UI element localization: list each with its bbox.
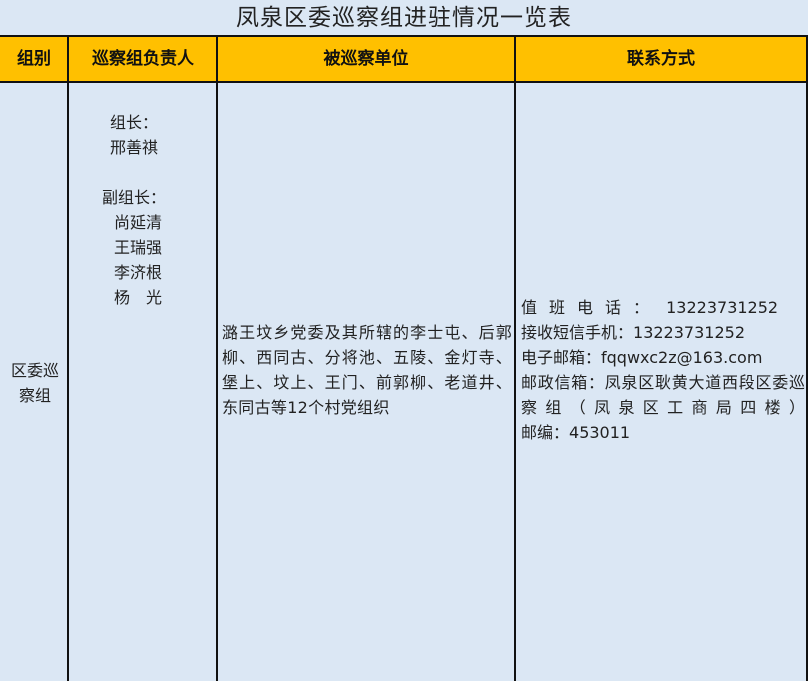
duty-phone-row: 值班电话： 13223731252 — [521, 295, 805, 320]
table-header: 组别 巡察组负责人 被巡察单位 联系方式 — [0, 35, 808, 83]
mail-row: 邮政信箱：凤泉区耿黄大道西段区委巡察组（凤泉区工商局四楼） — [521, 370, 805, 420]
group-name-cell: 区委巡察组 — [10, 361, 59, 405]
email-label: 电子邮箱： — [521, 348, 602, 367]
leader-name: 邢善祺 — [110, 138, 159, 157]
deputy-name: 李济根 — [114, 263, 163, 282]
duty-phone-value: 13223731252 — [666, 298, 779, 317]
zip-row: 邮编：453011 — [521, 420, 805, 445]
email-row: 电子邮箱：fqqwxc2z@163.com — [521, 345, 805, 370]
deputy-name: 王瑞强 — [114, 238, 163, 257]
column-divider — [216, 35, 218, 681]
mail-label: 邮政信箱： — [521, 373, 605, 392]
sms-label: 接收短信手机： — [521, 323, 634, 342]
column-divider — [67, 35, 69, 681]
contact-cell: 值班电话： 13223731252 接收短信手机：13223731252 电子邮… — [521, 295, 805, 445]
zip-value: 453011 — [569, 423, 631, 442]
header-group: 组别 — [17, 49, 51, 69]
deputy-name: 尚延清 — [114, 213, 163, 232]
sms-row: 接收短信手机：13223731252 — [521, 320, 805, 345]
table-row: 区委巡察组 组长： 邢善祺 副组长： 尚延清 王瑞强 李济根 杨 光 潞王坟乡党… — [0, 83, 808, 681]
leader-cell: 组长： 邢善祺 副组长： 尚延清 王瑞强 李济根 杨 光 — [80, 110, 200, 310]
zip-label: 邮编： — [521, 423, 570, 442]
sms-value: 13223731252 — [633, 323, 745, 342]
header-contact: 联系方式 — [627, 49, 695, 69]
overview-table: 组别 巡察组负责人 被巡察单位 联系方式 区委巡察组 组长： 邢善祺 副组长： … — [0, 35, 808, 681]
header-leader: 巡察组负责人 — [92, 49, 194, 69]
unit-cell: 潞王坟乡党委及其所辖的李士屯、后郭柳、西同古、分将池、五陵、金灯寺、堡上、坟上、… — [222, 323, 512, 417]
email-value: fqqwxc2z@163.com — [601, 348, 763, 367]
leader-label: 组长： — [110, 113, 159, 132]
column-divider — [514, 35, 516, 681]
deputy-name: 杨 光 — [114, 288, 163, 307]
duty-phone-label: 值班电话： — [521, 298, 662, 317]
header-unit: 被巡察单位 — [323, 49, 409, 69]
deputy-label: 副组长： — [102, 188, 167, 207]
page-title: 凤泉区委巡察组进驻情况一览表 — [236, 5, 572, 31]
